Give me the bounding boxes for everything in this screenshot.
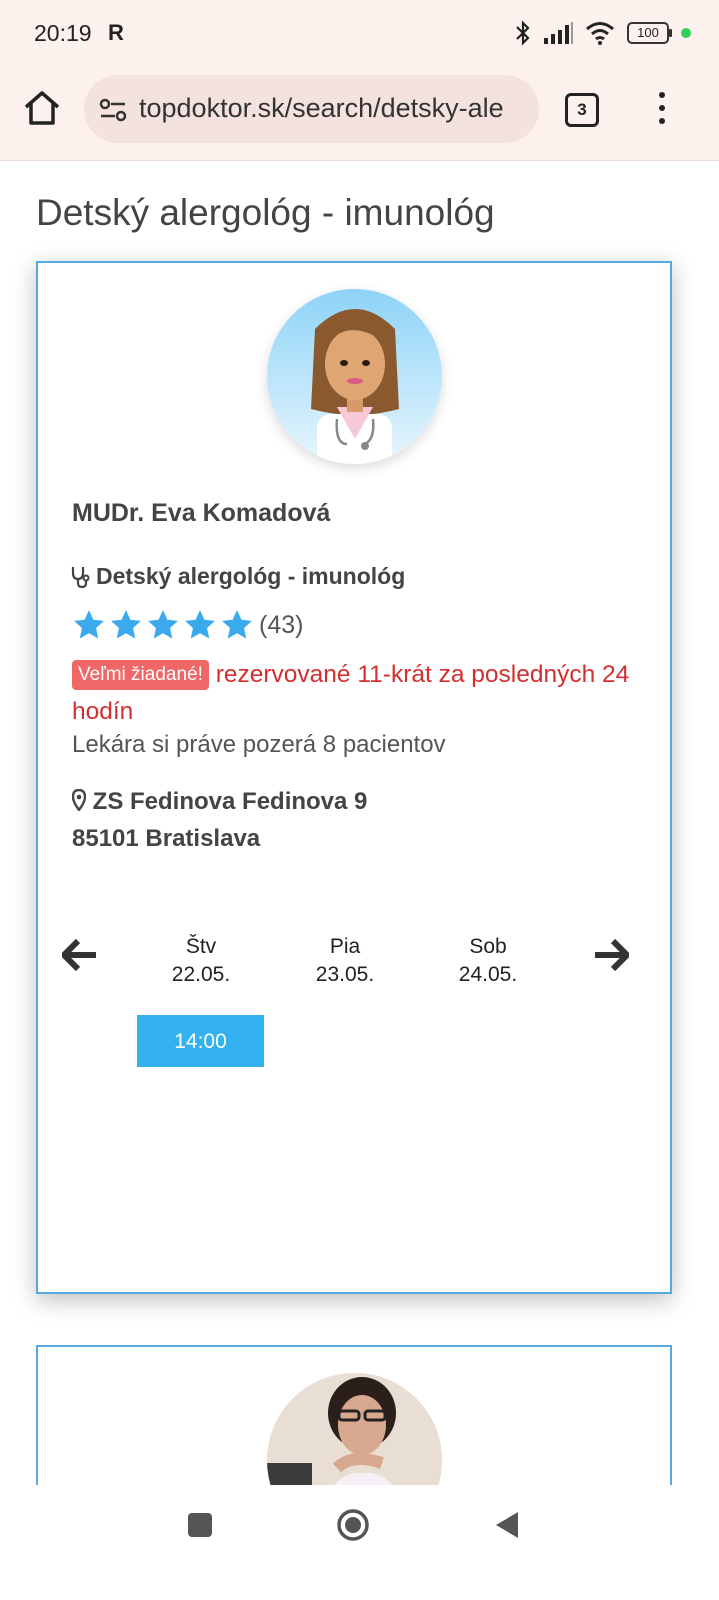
address-line2: 85101 Bratislava: [72, 825, 261, 852]
demand-info: Veľmi žiadané! rezervované 11-krát za po…: [72, 656, 637, 730]
specialty: Detský alergológ - imunológ: [70, 563, 405, 590]
wifi-icon: [586, 22, 614, 45]
time-slot-button[interactable]: 14:00: [137, 1015, 264, 1067]
specialty-label: Detský alergológ - imunológ: [96, 563, 406, 589]
prev-days-arrow-icon[interactable]: [62, 939, 98, 971]
address: ZS Fedinova Fedinova 9 85101 Bratislava: [71, 783, 368, 857]
day-name: Sob: [469, 935, 507, 958]
page-title: Detský alergológ - imunológ: [36, 192, 495, 233]
star-icon: [74, 610, 104, 639]
next-days-arrow-icon[interactable]: [593, 939, 629, 971]
url-text: topdoktor.sk/search/detsky-ale: [139, 93, 504, 123]
back-nav-icon[interactable]: [494, 1510, 520, 1540]
star-icon: [111, 610, 141, 639]
overflow-menu-button[interactable]: [655, 92, 669, 128]
doctor-card: MUDr. Eva Komadová Detský alergológ - im…: [36, 261, 672, 1294]
demand-badge: Veľmi žiadané!: [72, 660, 209, 690]
recent-apps-button[interactable]: [188, 1513, 212, 1537]
day-column-3: Sob 24.05.: [443, 933, 533, 989]
star-icon: [222, 610, 252, 639]
home-icon[interactable]: [22, 88, 62, 128]
rating-count: (43): [259, 610, 304, 639]
signal-icon: [544, 22, 573, 44]
home-nav-icon[interactable]: [336, 1508, 370, 1542]
address-line1: ZS Fedinova Fedinova 9: [92, 788, 368, 815]
battery-icon: 100: [627, 22, 672, 44]
tab-switcher-button[interactable]: 3: [565, 93, 599, 127]
day-date: 24.05.: [458, 963, 518, 986]
day-column-1: Štv 22.05.: [156, 933, 246, 989]
site-settings-icon[interactable]: [98, 95, 128, 125]
status-icons: 100: [515, 18, 691, 48]
system-nav-bar: [0, 1485, 719, 1600]
bluetooth-icon: [516, 20, 530, 46]
doctor-name[interactable]: MUDr. Eva Komadová: [72, 499, 330, 528]
stethoscope-icon: [71, 566, 90, 588]
status-time: 20:19: [34, 20, 92, 46]
rating[interactable]: (43): [72, 608, 303, 642]
day-name: Pia: [329, 935, 361, 958]
status-indicator: R: [108, 20, 124, 45]
address-bar[interactable]: topdoktor.sk/search/detsky-ale: [84, 75, 539, 143]
doctor-avatar[interactable]: [267, 289, 442, 464]
map-pin-icon: [71, 788, 87, 813]
day-column-2: Pia 23.05.: [300, 933, 390, 989]
star-icon: [185, 610, 215, 639]
day-date: 23.05.: [315, 963, 375, 986]
viewers-text: Lekára si práve pozerá 8 pacientov: [72, 731, 446, 758]
day-date: 22.05.: [171, 963, 231, 986]
star-icon: [148, 610, 178, 639]
day-name: Štv: [185, 935, 217, 958]
privacy-indicator-dot: [681, 28, 691, 38]
